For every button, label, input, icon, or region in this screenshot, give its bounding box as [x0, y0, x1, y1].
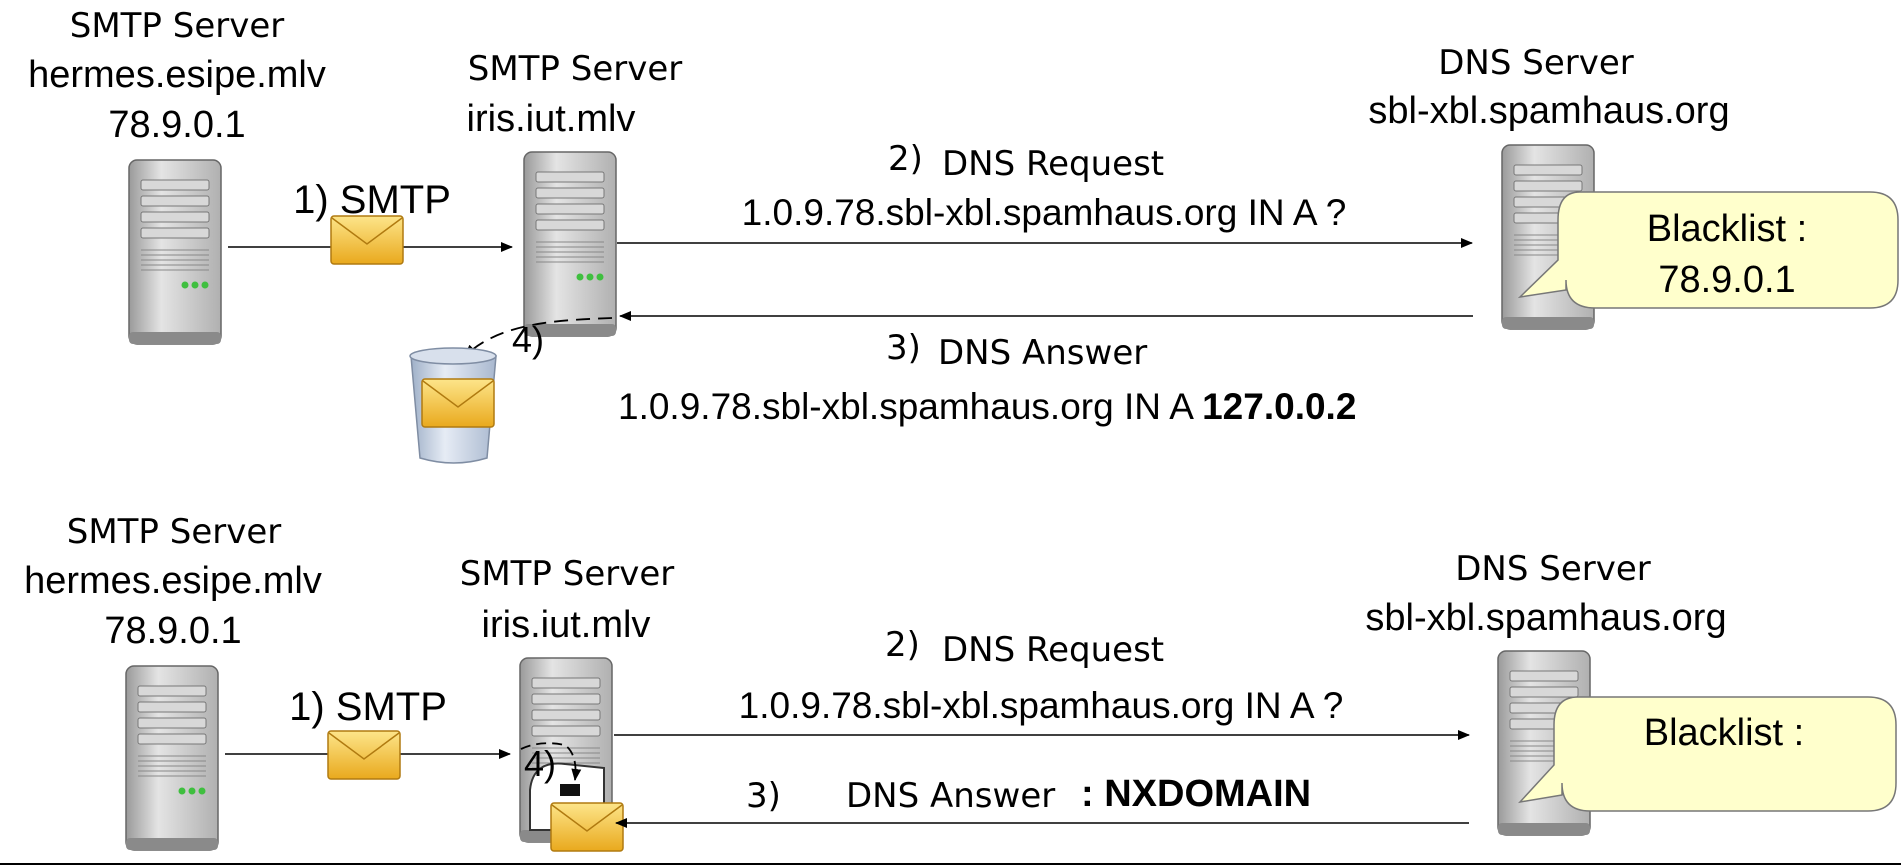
bottom-src-host: hermes.esipe.mlv [24, 560, 322, 602]
bottom-dns-title: DNS Server [1455, 549, 1651, 589]
bottom-src-title: SMTP Server [67, 512, 282, 552]
server-icon [128, 159, 222, 345]
top-answer-value: 127.0.0.2 [1202, 386, 1356, 427]
top-mid-server: SMTP Server iris.iut.mlv [467, 49, 683, 337]
top-src-ip: 78.9.0.1 [108, 104, 245, 146]
top-step2-label: DNS Request [942, 144, 1164, 184]
envelope-icon [550, 802, 624, 852]
bottom-answer-value: : NXDOMAIN [1081, 773, 1311, 815]
top-src-title: SMTP Server [70, 6, 285, 46]
envelope-icon [330, 215, 404, 265]
server-icon [125, 665, 219, 851]
bottom-mid-host: iris.iut.mlv [482, 604, 651, 646]
bottom-mid-title: SMTP Server [460, 554, 675, 594]
top-blacklist-title: Blacklist : [1647, 208, 1807, 250]
top-step1-label: 1) SMTP [293, 178, 451, 222]
top-src-host: hermes.esipe.mlv [28, 54, 326, 96]
envelope-icon [327, 730, 401, 780]
top-source-server: SMTP Server hermes.esipe.mlv 78.9.0.1 [28, 6, 326, 345]
server-icon [523, 151, 617, 337]
top-answer-line: 1.0.9.78.sbl-xbl.spamhaus.org IN A 127.0… [618, 386, 1356, 427]
top-step3-num: 3) [886, 328, 921, 368]
bottom-step2-label: DNS Request [942, 630, 1164, 670]
top-query: 1.0.9.78.sbl-xbl.spamhaus.org IN A ? [742, 192, 1347, 233]
top-answer-prefix: 1.0.9.78.sbl-xbl.spamhaus.org IN A [618, 386, 1202, 427]
top-mid-host: iris.iut.mlv [467, 98, 636, 140]
top-blacklist-callout: Blacklist : 78.9.0.1 [1517, 191, 1899, 309]
trash-icon [409, 347, 497, 464]
bottom-scenario: SMTP Server hermes.esipe.mlv 78.9.0.1 1)… [24, 512, 1897, 852]
top-dns-title: DNS Server [1438, 43, 1634, 83]
bottom-blacklist-callout: Blacklist : [1517, 696, 1897, 812]
envelope-icon [421, 378, 495, 428]
bottom-query: 1.0.9.78.sbl-xbl.spamhaus.org IN A ? [739, 685, 1344, 726]
top-step2-num: 2) [888, 139, 923, 179]
top-step3-label: DNS Answer [938, 333, 1147, 373]
top-dns-host: sbl-xbl.spamhaus.org [1368, 90, 1729, 132]
bottom-step1-label: 1) SMTP [289, 685, 447, 729]
bottom-source-server: SMTP Server hermes.esipe.mlv 78.9.0.1 [24, 512, 322, 851]
bottom-step4-label: 4) [524, 743, 556, 784]
top-blacklist-ip: 78.9.0.1 [1658, 259, 1795, 301]
bottom-step3-num: 3) [746, 776, 781, 816]
bottom-step2-num: 2) [885, 625, 920, 665]
top-scenario: SMTP Server hermes.esipe.mlv 78.9.0.1 1)… [28, 6, 1899, 464]
top-step4-label: 4) [512, 319, 544, 360]
bottom-dns-host: sbl-xbl.spamhaus.org [1365, 597, 1726, 639]
top-mid-title: SMTP Server [468, 49, 683, 89]
bottom-step3-label: DNS Answer [846, 776, 1055, 816]
bottom-src-ip: 78.9.0.1 [104, 610, 241, 652]
bottom-blacklist-title: Blacklist : [1644, 712, 1804, 754]
diagram-canvas: SMTP Server hermes.esipe.mlv 78.9.0.1 1)… [0, 6, 1901, 865]
